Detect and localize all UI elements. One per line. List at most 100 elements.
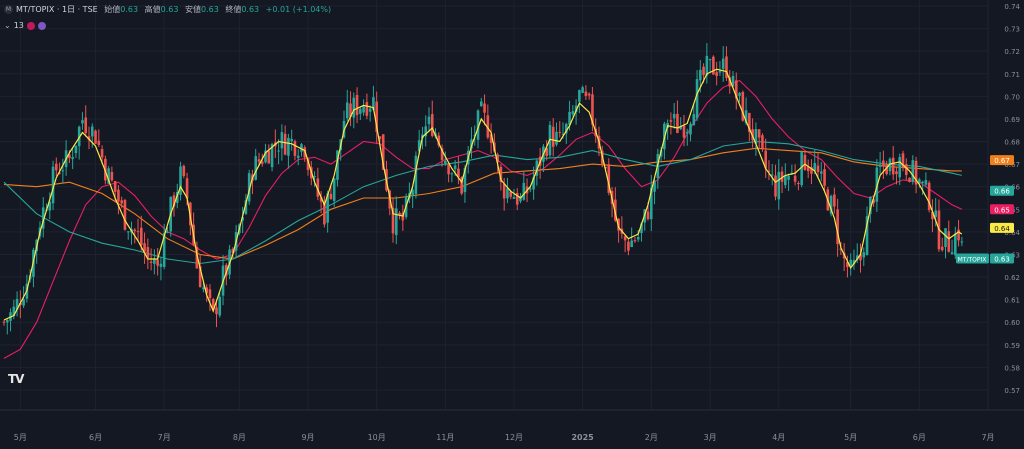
purple-indicator-icon[interactable] (37, 21, 46, 30)
candle-body (954, 233, 957, 256)
candle-body (921, 181, 924, 184)
candle-body (676, 113, 679, 134)
y-tick-label: 0.69 (1004, 116, 1020, 124)
candle-body (159, 263, 163, 267)
y-tick-label: 0.72 (1004, 48, 1020, 56)
candle-body (81, 120, 84, 124)
candle-body (908, 177, 911, 182)
x-tick-label: 2月 (645, 433, 658, 442)
candle-body (140, 227, 143, 246)
candle-body (430, 114, 434, 136)
candle-body (581, 87, 584, 93)
price-badge-label: 0.63 (994, 255, 1010, 263)
change-value: +0.01 (+1.04%) (265, 5, 332, 14)
candle-body (290, 138, 293, 142)
candle-body (882, 160, 885, 166)
x-tick-label: 6月 (913, 433, 926, 442)
candle-body (770, 174, 774, 176)
candle-body (218, 296, 222, 316)
candle-body (153, 259, 156, 264)
candle-body (895, 171, 898, 175)
y-tick-label: 0.70 (1004, 93, 1020, 101)
symbol-title[interactable]: MT/TOPIX · 1日 · TSE (16, 5, 98, 14)
open-value: 0.63 (120, 5, 139, 14)
candle-body (823, 169, 826, 186)
chart-root[interactable]: 0.74 0.73 0.72 0.71 0.70 0.69 0.68 0.67 0.66 0.65… (0, 0, 1024, 445)
candle-body (97, 140, 101, 146)
candle-body (368, 108, 372, 112)
candle-body (277, 150, 280, 152)
candle-body (712, 56, 715, 75)
candle-body (571, 111, 575, 115)
candle-body (878, 164, 882, 167)
candle-body (718, 71, 722, 73)
candle-body (506, 188, 509, 199)
candle-body (695, 79, 699, 119)
price-chart[interactable]: 0.74 0.73 0.72 0.71 0.70 0.69 0.68 0.67 0.66 0.65… (0, 0, 1024, 445)
y-tick-label: 0.57 (1004, 387, 1020, 395)
candle-body (689, 123, 692, 135)
indicator-row[interactable]: ⌄ 13 (4, 21, 46, 30)
candle-body (761, 135, 764, 149)
x-tick-label: 3月 (704, 433, 717, 442)
candle-body (898, 157, 902, 178)
candle-body (630, 240, 633, 248)
candle-body (149, 261, 153, 263)
candle-body (891, 157, 895, 175)
x-tick-label: 5月 (844, 433, 857, 442)
candle-body (117, 189, 120, 202)
candle-body (113, 181, 117, 192)
candle-body (22, 299, 25, 306)
open-label: 始値 (104, 5, 121, 14)
candle-body (254, 156, 258, 180)
candle-body (699, 69, 702, 81)
candle-body (715, 72, 718, 76)
candle-body (502, 183, 506, 199)
close-value: 0.63 (241, 5, 260, 14)
x-tick-label: 9月 (301, 433, 314, 442)
symbol-price-tag-label: MT/TOPIX (958, 256, 987, 263)
candle-body (636, 237, 640, 240)
x-tick-label: 5月 (14, 433, 27, 442)
candle-body (208, 289, 212, 299)
candle-body (529, 188, 532, 190)
indicator-count: 13 (13, 21, 24, 30)
candle-body (345, 102, 349, 119)
candle-body (444, 160, 447, 164)
candle-body (156, 259, 159, 266)
candle-body (182, 165, 186, 177)
symbol-legend[interactable]: M MT/TOPIX · 1日 · TSE 始値0.63 高値0.63 安値0.6… (4, 4, 331, 16)
candle-body (721, 58, 725, 69)
candle-body (672, 113, 676, 119)
tradingview-logo[interactable]: TV (8, 372, 25, 386)
candle-body (777, 171, 781, 200)
candle-body (123, 199, 127, 230)
high-value: 0.63 (160, 5, 179, 14)
candle-body (280, 132, 284, 149)
candle-body (957, 229, 960, 241)
red-indicator-icon[interactable] (26, 21, 35, 30)
candle-body (133, 229, 137, 232)
candle-body (120, 200, 123, 204)
price-badge-label: 0.64 (994, 225, 1010, 233)
candle-body (453, 165, 457, 170)
candle-body (483, 103, 486, 113)
x-tick-label: 7月 (158, 433, 171, 442)
x-tick-label: 6月 (89, 433, 102, 442)
candle-body (708, 59, 712, 61)
candle-body (355, 95, 359, 116)
candle-body (267, 150, 271, 164)
price-badge-label: 0.65 (994, 206, 1010, 214)
candle-body (646, 211, 650, 220)
candle-body (950, 252, 954, 255)
candle-body (215, 307, 218, 315)
candle-body (94, 130, 97, 144)
x-tick-label: 7月 (981, 433, 994, 442)
chevron-down-icon[interactable]: ⌄ (4, 21, 11, 30)
y-tick-label: 0.59 (1004, 342, 1020, 350)
x-tick-label: 4月 (772, 433, 785, 442)
x-tick-label: 11月 (436, 433, 454, 442)
candle-body (447, 163, 450, 175)
candle-body (332, 178, 336, 201)
candle-body (816, 165, 820, 173)
